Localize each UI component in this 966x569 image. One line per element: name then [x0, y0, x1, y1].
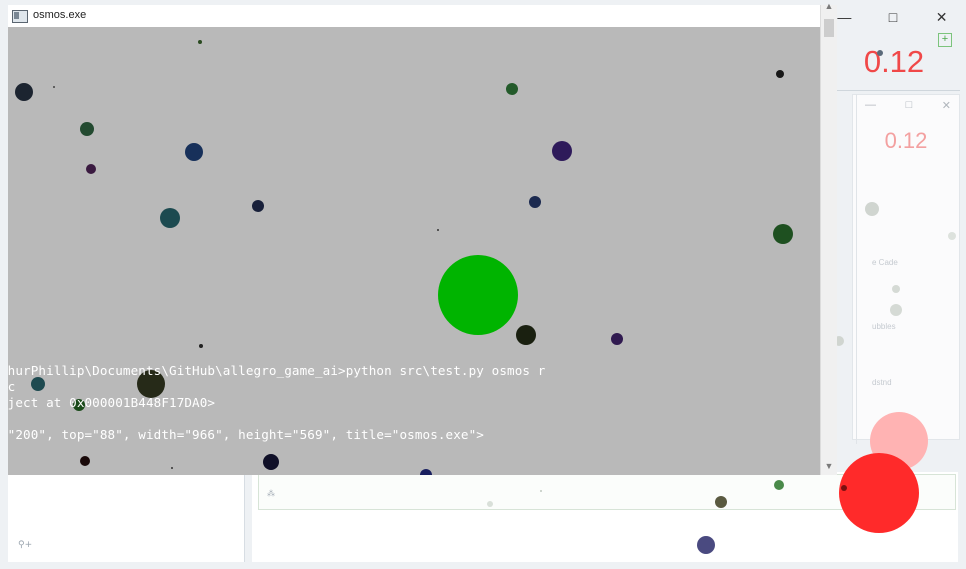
- faded-label: e Cade: [872, 258, 898, 267]
- game-window: osmos.exe thurPhillip\Documents\GitHub\a…: [8, 1, 837, 475]
- background-scrollbar[interactable]: [856, 94, 867, 444]
- console-line: oject at 0x000001B448F17DA0>: [8, 395, 216, 410]
- maximize-button[interactable]: □: [873, 9, 913, 25]
- faded-label: dstnd: [872, 378, 892, 387]
- mote: [80, 122, 94, 136]
- mote: [171, 467, 173, 469]
- scroll-up-icon[interactable]: ▲: [821, 0, 837, 13]
- mote: [611, 333, 623, 345]
- inner-window-controls: — □ ✕: [865, 99, 951, 112]
- sidebar-panel: ⚲+: [8, 472, 245, 562]
- line-marker-icon: ⁂: [267, 489, 275, 498]
- mote: [263, 454, 279, 470]
- mote: [80, 456, 90, 466]
- console-line: thurPhillip\Documents\GitHub\allegro_gam…: [8, 363, 546, 378]
- user-add-icon[interactable]: ⚲+: [18, 540, 32, 550]
- mote: [31, 377, 45, 391]
- mote: [776, 70, 784, 78]
- mote: [86, 164, 96, 174]
- mote: [160, 208, 180, 228]
- mote: [185, 143, 203, 161]
- scroll-thumb[interactable]: [824, 19, 834, 37]
- player-mote: [438, 255, 518, 335]
- close-button[interactable]: ✕: [922, 9, 962, 26]
- mote: [552, 141, 572, 161]
- score-display-faded: 0.12: [884, 128, 928, 153]
- mote: [199, 344, 203, 348]
- divider: [836, 90, 960, 91]
- inner-close-button[interactable]: ✕: [942, 99, 951, 112]
- background-window-controls: — □ ✕: [820, 6, 966, 28]
- mote: [529, 196, 541, 208]
- mote: [252, 200, 264, 212]
- mote: [773, 224, 793, 244]
- mote: [516, 325, 536, 345]
- mote: [506, 83, 518, 95]
- scroll-down-icon[interactable]: ▼: [821, 459, 837, 473]
- game-titlebar[interactable]: osmos.exe: [8, 5, 820, 27]
- console-line: ="200", top="88", width="966", height="5…: [8, 427, 484, 442]
- window-title: osmos.exe: [33, 9, 87, 21]
- mote: [420, 469, 432, 475]
- mote: [198, 40, 202, 44]
- game-canvas[interactable]: thurPhillip\Documents\GitHub\allegro_gam…: [8, 27, 820, 475]
- inner-maximize-button[interactable]: □: [906, 99, 913, 112]
- mote: [53, 86, 55, 88]
- mote: [437, 229, 439, 231]
- vertical-scrollbar[interactable]: ▲ ▼: [820, 1, 837, 475]
- app-window-icon: [12, 10, 28, 23]
- faded-label: ubbles: [872, 322, 896, 331]
- score-display: 0.12: [863, 44, 925, 79]
- editor-panel: ⁂: [258, 474, 956, 510]
- plus-icon[interactable]: +: [938, 33, 952, 47]
- console-line: .c: [8, 379, 16, 394]
- mote: [15, 83, 33, 101]
